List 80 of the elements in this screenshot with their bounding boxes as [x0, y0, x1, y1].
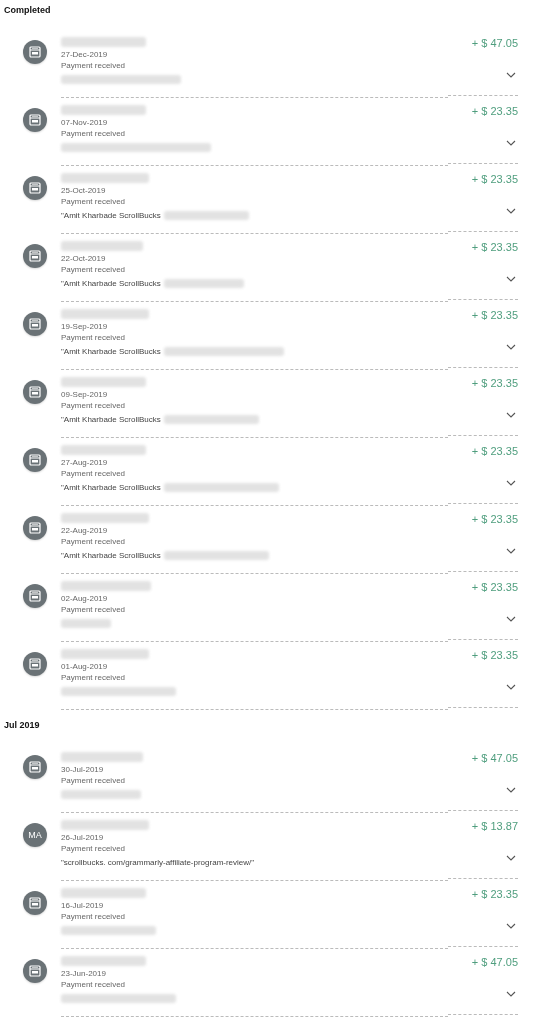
chevron-down-icon[interactable] — [506, 276, 516, 282]
chevron-down-icon[interactable] — [506, 684, 516, 690]
chevron-down-icon[interactable] — [506, 991, 516, 997]
transaction-amount: + $ 23.35 — [471, 513, 518, 525]
transaction-status: Payment received — [61, 536, 127, 547]
chevron-down-icon[interactable] — [506, 344, 516, 350]
chevron-down-icon[interactable] — [506, 72, 516, 78]
chevron-down-icon[interactable] — [506, 548, 516, 554]
chevron-down-icon[interactable] — [506, 923, 516, 929]
chevron-down-icon[interactable] — [506, 855, 516, 861]
store-avatar-icon — [23, 516, 47, 540]
store-avatar-icon — [23, 448, 47, 472]
store-avatar-icon — [23, 244, 47, 268]
transaction-date: 27-Dec-2019 — [61, 49, 109, 60]
transaction-date: 09-Sep-2019 — [61, 389, 109, 400]
transaction-date: 19-Sep-2019 — [61, 321, 109, 332]
transaction-amount: + $ 13.87 — [471, 820, 518, 832]
transaction-status: Payment received — [61, 672, 127, 683]
transaction-date: 07-Nov-2019 — [61, 117, 109, 128]
store-avatar-icon — [23, 108, 47, 132]
transaction-date: 26-Jul-2019 — [61, 832, 105, 843]
transaction-date: 30-Jul-2019 — [61, 764, 105, 775]
store-avatar-icon — [23, 755, 47, 779]
store-avatar-icon — [23, 380, 47, 404]
transaction-amount: + $ 23.35 — [471, 377, 518, 389]
store-avatar-icon — [23, 959, 47, 983]
section-heading: Jul 2019 — [3, 719, 41, 732]
section-heading: Completed — [3, 4, 52, 17]
store-avatar-icon — [23, 652, 47, 676]
store-avatar-icon — [23, 40, 47, 64]
transaction-date: 25-Oct-2019 — [61, 185, 107, 196]
transaction-amount: + $ 23.35 — [471, 309, 518, 321]
transaction-date: 22-Aug-2019 — [61, 525, 109, 536]
transaction-date: 23-Jun-2019 — [61, 968, 107, 979]
chevron-down-icon[interactable] — [506, 412, 516, 418]
initials-avatar: MA — [23, 823, 47, 847]
transaction-status: Payment received — [61, 775, 127, 786]
transaction-status: Payment received — [61, 468, 127, 479]
transaction-amount: + $ 47.05 — [471, 752, 518, 764]
transaction-memo: "Amit Kharbade ScrollBucks — [61, 278, 161, 288]
transaction-status: Payment received — [61, 400, 127, 411]
transaction-status: Payment received — [61, 128, 127, 139]
transaction-memo: "Amit Kharbade ScrollBucks — [61, 550, 161, 560]
transaction-date: 01-Aug-2019 — [61, 661, 109, 672]
transaction-memo: "scrollbucks. com/grammarly-affiliate-program-review/" — [61, 857, 255, 867]
chevron-down-icon[interactable] — [506, 480, 516, 486]
store-avatar-icon — [23, 891, 47, 915]
chevron-down-icon[interactable] — [506, 140, 516, 146]
store-avatar-icon — [23, 176, 47, 200]
blurred-memo — [61, 618, 111, 628]
store-avatar-icon — [23, 584, 47, 608]
chevron-down-icon[interactable] — [506, 787, 516, 793]
chevron-down-icon[interactable] — [506, 616, 516, 622]
transaction-date: 16-Jul-2019 — [61, 900, 105, 911]
transaction-memo: "Amit Kharbade ScrollBucks — [61, 210, 161, 220]
transaction-amount: + $ 23.35 — [471, 241, 518, 253]
transaction-memo: "Amit Kharbade ScrollBucks — [61, 414, 161, 424]
transaction-amount: + $ 23.35 — [471, 445, 518, 457]
chevron-down-icon[interactable] — [506, 208, 516, 214]
transaction-status: Payment received — [61, 843, 127, 854]
transaction-memo: "Amit Kharbade ScrollBucks — [61, 346, 161, 356]
transaction-amount: + $ 23.35 — [471, 649, 518, 661]
transaction-memo: "Amit Kharbade ScrollBucks — [61, 482, 161, 492]
store-avatar-icon — [23, 312, 47, 336]
transaction-amount: + $ 23.35 — [471, 581, 518, 593]
transaction-amount: + $ 23.35 — [471, 105, 518, 117]
transaction-date: 27-Aug-2019 — [61, 457, 109, 468]
transaction-date: 22-Oct-2019 — [61, 253, 107, 264]
transaction-amount: + $ 23.35 — [471, 173, 518, 185]
transaction-status: Payment received — [61, 196, 127, 207]
transaction-status: Payment received — [61, 332, 127, 343]
transaction-amount: + $ 47.05 — [471, 37, 518, 49]
transaction-status: Payment received — [61, 60, 127, 71]
transaction-amount: + $ 47.05 — [471, 956, 518, 968]
transaction-status: Payment received — [61, 911, 127, 922]
transaction-amount: + $ 23.35 — [471, 888, 518, 900]
transaction-status: Payment received — [61, 604, 127, 615]
transaction-status: Payment received — [61, 979, 127, 990]
transaction-status: Payment received — [61, 264, 127, 275]
transaction-date: 02-Aug-2019 — [61, 593, 109, 604]
